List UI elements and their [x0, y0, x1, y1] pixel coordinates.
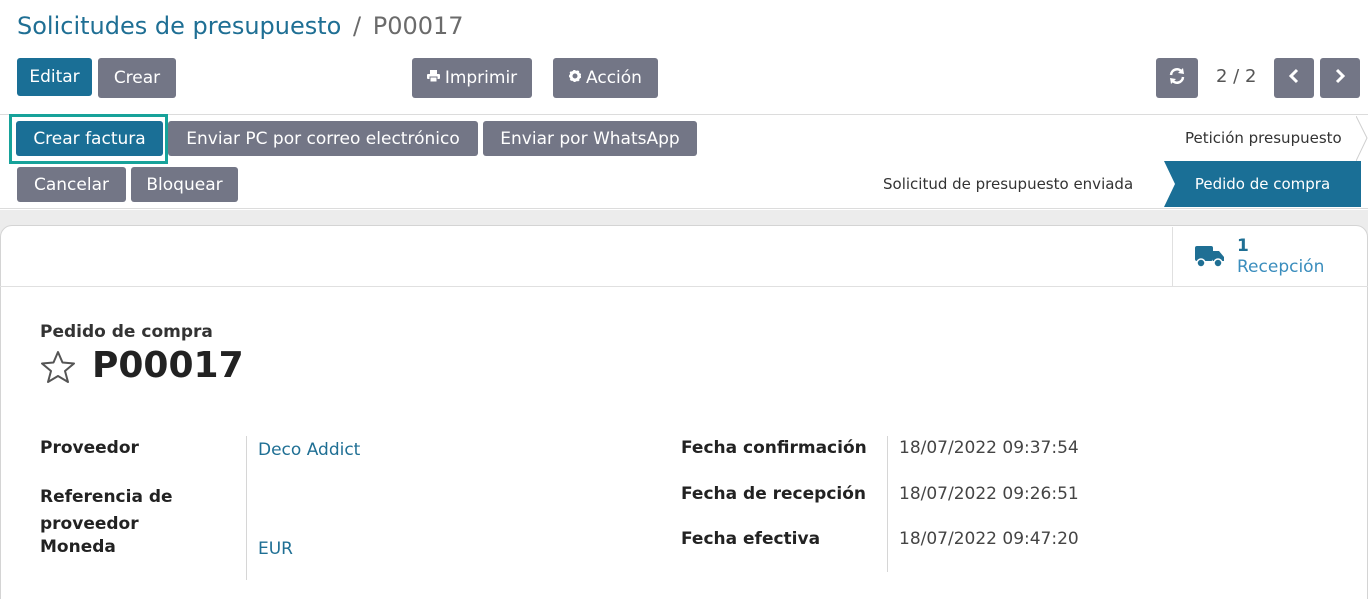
control-panel: Solicitudes de presupuesto / P00017 Edit… — [0, 0, 1368, 114]
create-button-label: Crear — [113, 68, 161, 88]
create-button[interactable]: Crear — [98, 58, 176, 98]
effective-date-label: Fecha efectiva — [681, 529, 821, 549]
chevron-right-icon — [1334, 68, 1346, 89]
cancel-button[interactable]: Cancelar — [17, 167, 126, 202]
receipt-smart-button[interactable]: 1 Recepción — [1172, 227, 1368, 286]
vendor-value[interactable]: Deco Addict — [258, 440, 360, 460]
action-button[interactable]: Acción — [553, 58, 658, 98]
receipt-count: 1 — [1237, 236, 1249, 256]
receipt-date-label: Fecha de recepción — [681, 484, 867, 504]
breadcrumb-parent-link[interactable]: Solicitudes de presupuesto — [17, 12, 341, 40]
effective-date-value: 18/07/2022 09:47:20 — [899, 529, 1079, 549]
edit-button-label: Editar — [29, 67, 80, 87]
truck-icon — [1195, 244, 1225, 268]
print-icon — [426, 70, 440, 86]
breadcrumb-separator: / — [353, 12, 362, 40]
pager-previous-button[interactable] — [1274, 58, 1314, 98]
send-whatsapp-button[interactable]: Enviar por WhatsApp — [483, 121, 697, 156]
receipt-date-value[interactable]: 18/07/2022 09:26:51 — [899, 484, 1079, 504]
star-icon[interactable] — [40, 350, 76, 391]
date-approve-value: 18/07/2022 09:37:54 — [899, 438, 1079, 458]
pager-value[interactable]: 2 / 2 — [1216, 66, 1256, 87]
send-po-email-label: Enviar PC por correo electrónico — [186, 128, 460, 149]
action-button-label: Acción — [586, 68, 642, 88]
breadcrumb: Solicitudes de presupuesto / P00017 — [17, 12, 464, 40]
print-button[interactable]: Imprimir — [412, 58, 532, 98]
gear-icon — [568, 69, 582, 86]
reload-button[interactable] — [1156, 58, 1198, 98]
stage-rfq-sent[interactable]: Solicitud de presupuesto enviada — [883, 175, 1133, 193]
refresh-icon — [1168, 67, 1186, 90]
vendor-reference-label: Referencia de proveedor — [40, 487, 173, 534]
send-whatsapp-label: Enviar por WhatsApp — [500, 128, 680, 149]
cancel-label: Cancelar — [34, 174, 109, 195]
vendor-label: Proveedor — [40, 438, 139, 458]
field-separator-right — [887, 436, 888, 572]
create-invoice-label: Crear factura — [33, 128, 146, 149]
currency-value[interactable]: EUR — [258, 539, 293, 559]
smart-button-box — [0, 226, 1368, 287]
breadcrumb-current: P00017 — [372, 12, 464, 40]
currency-label: Moneda — [40, 537, 116, 557]
chevron-left-icon — [1288, 68, 1300, 89]
document-type-label: Pedido de compra — [40, 322, 213, 342]
send-po-email-button[interactable]: Enviar PC por correo electrónico — [168, 121, 478, 156]
stage-arrow-divider — [1356, 116, 1368, 161]
lock-label: Bloquear — [146, 174, 223, 195]
document-name: P00017 — [92, 345, 244, 386]
date-approve-label: Fecha confirmación — [681, 438, 867, 458]
pager-next-button[interactable] — [1320, 58, 1360, 98]
field-separator-left — [246, 436, 247, 580]
create-invoice-button[interactable]: Crear factura — [16, 121, 163, 156]
edit-button[interactable]: Editar — [17, 58, 92, 96]
receipt-label: Recepción — [1237, 257, 1325, 277]
stage-rfq[interactable]: Petición presupuesto — [1185, 129, 1342, 147]
stage-purchase-order[interactable]: Pedido de compra — [1164, 161, 1361, 207]
stage-purchase-order-label: Pedido de compra — [1194, 175, 1331, 193]
lock-button[interactable]: Bloquear — [131, 167, 238, 202]
print-button-label: Imprimir — [444, 68, 518, 88]
